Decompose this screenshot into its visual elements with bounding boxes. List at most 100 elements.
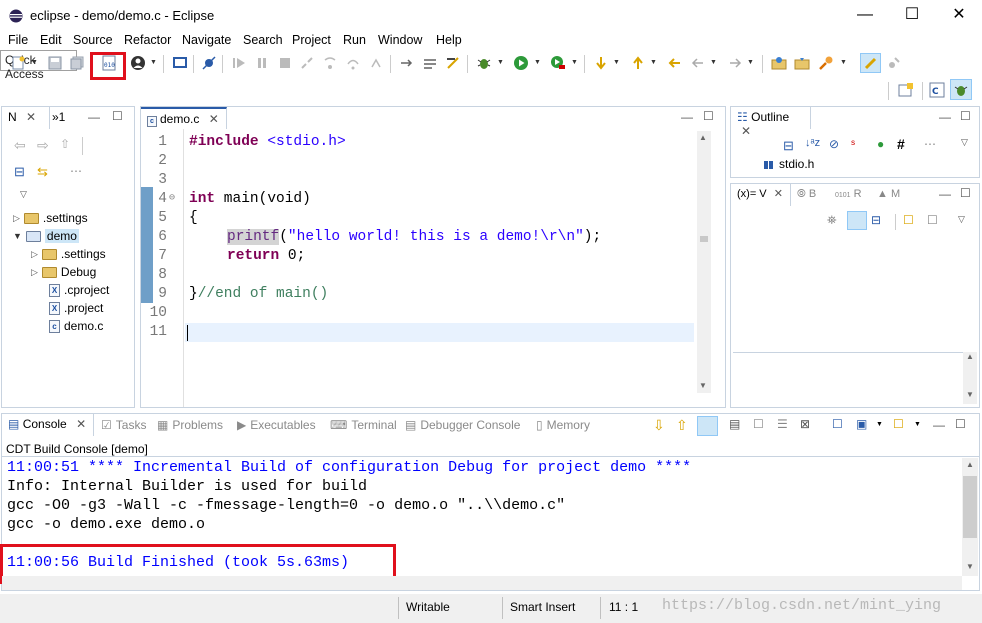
open-type-icon[interactable] <box>771 55 787 71</box>
new-view-icon[interactable]: ☐ <box>903 213 914 227</box>
minimize-view-icon[interactable]: — <box>939 110 951 124</box>
menu-file[interactable]: File <box>8 33 28 47</box>
terminate-icon[interactable] <box>277 55 293 71</box>
build-target-dropdown-icon[interactable]: ▼ <box>150 59 157 66</box>
tab-memory[interactable]: ▯ Memory <box>536 418 590 432</box>
view-menu-icon[interactable]: ▽ <box>961 137 968 148</box>
expand-icon[interactable]: ▷ <box>31 267 38 278</box>
scroll-down-icon[interactable]: ⇩ <box>653 417 665 434</box>
group-includes-icon[interactable]: ⋯ <box>924 137 936 151</box>
variables-scrollbar[interactable]: ▲ ▼ <box>963 352 977 404</box>
previous-annotation-dropdown-icon[interactable]: ▼ <box>650 59 657 66</box>
tab-console[interactable]: ▤ Console ✕ <box>2 414 94 436</box>
hide-macros-icon[interactable]: # <box>897 136 905 152</box>
show-type-names-icon[interactable]: ⛯ <box>827 213 837 228</box>
hide-non-public-icon[interactable]: ● <box>877 137 884 151</box>
maximize-view-icon[interactable]: ☐ <box>955 417 966 431</box>
save-icon[interactable] <box>47 55 63 71</box>
sort-icon[interactable]: ↓ᵃz <box>805 137 820 149</box>
expand-icon[interactable]: ▷ <box>13 213 20 224</box>
tree-item-settings[interactable]: ▷ .settings <box>13 211 88 225</box>
instruction-stepping-icon[interactable] <box>399 55 415 71</box>
terminal-icon[interactable] <box>172 55 188 71</box>
menu-run[interactable]: Run <box>343 33 366 47</box>
forward-icon[interactable]: ⇨ <box>37 137 49 154</box>
step-over-icon[interactable] <box>345 55 361 71</box>
clear-icon[interactable]: ☐ <box>753 417 764 431</box>
tab-overflow[interactable]: »1 <box>52 110 65 124</box>
maximize-view-icon[interactable]: ☐ <box>960 186 971 200</box>
tab-breakpoints[interactable]: ⦾ B <box>797 188 816 201</box>
toggle-block-selection-icon[interactable] <box>886 55 902 71</box>
tab-terminal[interactable]: ⌨ Terminal <box>330 418 397 432</box>
expand-icon[interactable]: ▷ <box>31 249 38 260</box>
open-console-icon[interactable]: ☐ <box>893 417 904 431</box>
run-dropdown-icon[interactable]: ▼ <box>534 59 541 66</box>
open-console-dropdown-icon[interactable]: ▼ <box>914 421 921 428</box>
tab-modules[interactable]: ▲ M <box>877 188 900 200</box>
next-annotation-dropdown-icon[interactable]: ▼ <box>613 59 620 66</box>
debug-steps-icon[interactable] <box>445 55 461 71</box>
fold-icon[interactable]: ⊖ <box>169 192 175 204</box>
toggle-mark-occurrences-icon[interactable] <box>860 53 881 73</box>
minimize-view-icon[interactable]: — <box>681 110 693 124</box>
tab-demo-c[interactable]: c demo.c ✕ <box>141 107 227 129</box>
tree-item-demo-settings[interactable]: ▷ .settings <box>31 247 106 261</box>
show-logical-structure-icon[interactable] <box>847 211 867 230</box>
step-into-icon[interactable] <box>322 55 338 71</box>
open-element-icon[interactable] <box>794 55 810 71</box>
collapse-all-icon[interactable]: ⊟ <box>871 213 881 227</box>
back-dropdown-icon[interactable]: ▼ <box>710 59 717 66</box>
menu-window[interactable]: Window <box>378 33 422 47</box>
copy-build-log-icon[interactable]: ▤ <box>729 417 740 431</box>
tree-item-demo-c[interactable]: c demo.c <box>49 319 103 333</box>
forward-dropdown-icon[interactable]: ▼ <box>747 59 754 66</box>
scroll-up-icon[interactable]: ⇧ <box>676 417 688 434</box>
menu-project[interactable]: Project <box>292 33 331 47</box>
new-icon[interactable] <box>10 55 26 71</box>
step-return-icon[interactable] <box>368 55 384 71</box>
console-horizontal-scrollbar[interactable] <box>2 576 962 590</box>
close-icon[interactable]: ✕ <box>774 188 783 200</box>
suspend-icon[interactable] <box>254 55 270 71</box>
minimize-view-icon[interactable]: — <box>933 418 945 432</box>
external-tools-dropdown-icon[interactable]: ▼ <box>571 59 578 66</box>
word-wrap-icon[interactable]: ☰ <box>777 417 788 431</box>
use-step-filters-icon[interactable] <box>422 55 438 71</box>
disconnect-icon[interactable] <box>299 55 315 71</box>
collapse-icon[interactable]: ▼ <box>13 231 22 241</box>
scroll-lock-icon[interactable] <box>697 416 718 436</box>
collapse-all-icon[interactable]: ⊟ <box>14 164 25 180</box>
save-all-icon[interactable] <box>69 55 85 71</box>
view-menu-icon[interactable]: ⋯ <box>70 164 82 178</box>
outline-item-stdio[interactable]: stdio.h <box>763 157 814 171</box>
tab-variables[interactable]: (x)= V ✕ <box>731 184 791 206</box>
pin-console-icon[interactable]: ☐ <box>832 417 843 431</box>
display-console-icon[interactable]: ▣ <box>856 417 867 431</box>
tab-executables[interactable]: ▶ Executables <box>237 418 316 432</box>
menu-search[interactable]: Search <box>243 33 283 47</box>
maximize-view-icon[interactable]: ☐ <box>960 109 971 123</box>
tab-outline[interactable]: ☷ Outline ✕ <box>731 107 811 138</box>
display-console-dropdown-icon[interactable]: ▼ <box>876 421 883 428</box>
up-icon[interactable]: ⇧ <box>60 137 70 151</box>
close-icon[interactable]: ✕ <box>76 417 86 431</box>
back-icon[interactable]: ⇦ <box>14 137 26 154</box>
last-edit-location-icon[interactable] <box>667 55 683 71</box>
minimize-button[interactable]: — <box>842 0 888 32</box>
menu-edit[interactable]: Edit <box>40 33 62 47</box>
forward-icon[interactable] <box>727 55 743 71</box>
search-dropdown-icon[interactable]: ▼ <box>840 59 847 66</box>
close-icon[interactable]: ✕ <box>26 110 36 124</box>
tree-item-project[interactable]: X .project <box>49 301 103 315</box>
tree-item-debug[interactable]: ▷ Debug <box>31 265 96 279</box>
run-icon[interactable] <box>513 55 529 71</box>
skip-breakpoints-icon[interactable] <box>201 55 217 71</box>
new-dropdown-icon[interactable]: ▼ <box>31 59 38 66</box>
menu-navigate[interactable]: Navigate <box>182 33 231 47</box>
search-icon[interactable] <box>818 55 834 71</box>
debug-perspective-icon[interactable] <box>950 79 972 100</box>
console-vertical-scrollbar[interactable]: ▲ ▼ <box>962 458 978 576</box>
debug-icon[interactable] <box>476 55 492 71</box>
external-tools-icon[interactable] <box>550 55 566 71</box>
